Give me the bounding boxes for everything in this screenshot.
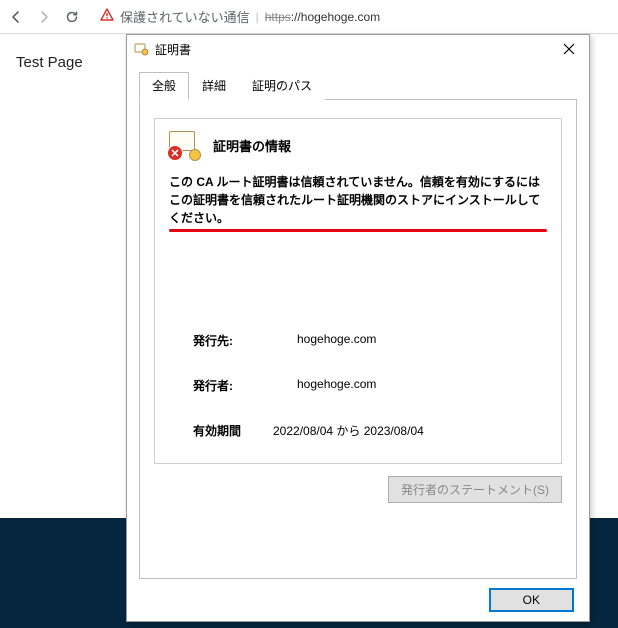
tab-details[interactable]: 詳細 bbox=[189, 72, 239, 100]
issued-by-row: 発行者: hogehoge.com bbox=[193, 377, 535, 394]
tab-panel-general: ✕ 証明書の情報 この CA ルート証明書は信頼されていません。信頼を有効にする… bbox=[139, 100, 577, 579]
certificate-warning-text: この CA ルート証明書は信頼されていません。信頼を有効にするにはこの証明書を信… bbox=[169, 173, 547, 227]
ok-button[interactable]: OK bbox=[490, 589, 573, 611]
browser-toolbar: 保護されていない通信 | https://hogehoge.com bbox=[0, 0, 618, 34]
certificate-error-icon: ✕ bbox=[169, 131, 203, 159]
reload-icon bbox=[64, 9, 80, 25]
issued-to-value: hogehoge.com bbox=[297, 332, 376, 349]
page-heading: Test Page bbox=[16, 54, 83, 71]
arrow-right-icon bbox=[36, 9, 52, 25]
validity-row: 有効期間 2022/08/04 から 2023/08/04 bbox=[193, 422, 535, 439]
not-secure-label: 保護されていない通信 bbox=[120, 7, 250, 26]
certificate-info-panel: ✕ 証明書の情報 この CA ルート証明書は信頼されていません。信頼を有効にする… bbox=[154, 118, 562, 464]
url-separator: | bbox=[256, 10, 259, 24]
certificate-dialog: 証明書 全般 詳細 証明のパス ✕ 証明書の情報 この CA ルート証明書は信 bbox=[126, 34, 590, 622]
dialog-footer: OK bbox=[127, 579, 589, 621]
back-button[interactable] bbox=[6, 7, 26, 27]
warning-triangle-icon bbox=[100, 8, 114, 25]
issued-by-value: hogehoge.com bbox=[297, 377, 376, 394]
tab-strip: 全般 詳細 証明のパス bbox=[139, 71, 577, 100]
arrow-left-icon bbox=[8, 9, 24, 25]
forward-button[interactable] bbox=[34, 7, 54, 27]
validity-value: 2022/08/04 から 2023/08/04 bbox=[273, 422, 424, 439]
dialog-title: 証明書 bbox=[155, 41, 191, 58]
close-icon bbox=[563, 43, 575, 55]
issued-to-label: 発行先: bbox=[193, 332, 257, 349]
tab-general[interactable]: 全般 bbox=[139, 72, 189, 100]
reload-button[interactable] bbox=[62, 7, 82, 27]
issuer-statement-button: 発行者のステートメント(S) bbox=[388, 476, 562, 503]
url-text: https://hogehoge.com bbox=[265, 10, 380, 24]
issued-by-label: 発行者: bbox=[193, 377, 257, 394]
tab-path[interactable]: 証明のパス bbox=[239, 72, 325, 100]
dialog-titlebar: 証明書 bbox=[127, 35, 589, 63]
info-heading: 証明書の情報 bbox=[213, 136, 291, 155]
address-bar[interactable]: 保護されていない通信 | https://hogehoge.com bbox=[90, 4, 612, 30]
warning-underline bbox=[169, 229, 547, 232]
issued-to-row: 発行先: hogehoge.com bbox=[193, 332, 535, 349]
certificate-icon bbox=[133, 41, 149, 57]
validity-label: 有効期間 bbox=[193, 422, 257, 439]
close-button[interactable] bbox=[555, 39, 583, 59]
